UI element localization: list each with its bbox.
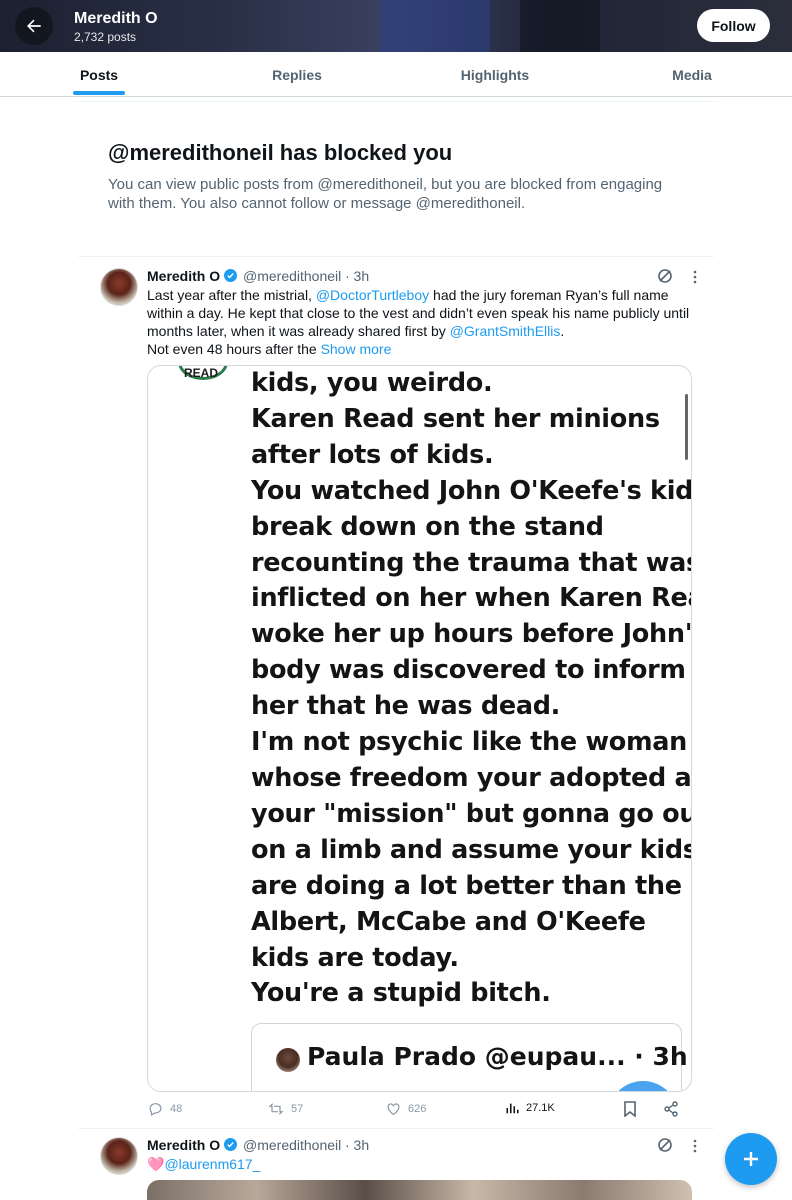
post-text-segment: Not even 48 hours after the xyxy=(147,341,321,357)
more-icon[interactable] xyxy=(688,1138,702,1154)
mention-link[interactable]: @laurenm617_ xyxy=(164,1156,260,1172)
share-button[interactable] xyxy=(663,1101,679,1117)
quoted-post-card: Paula Prado @eupau... · 3h xyxy=(251,1023,688,1091)
like-icon xyxy=(387,1103,400,1116)
post-media-image[interactable]: READ kids, you weirdo. Karen Read sent h… xyxy=(147,365,692,1092)
media-logo-text: READ xyxy=(184,366,219,380)
active-tab-indicator xyxy=(73,91,125,95)
profile-header: Meredith O 2,732 posts Follow xyxy=(0,0,792,52)
profile-tabs: Posts Replies Highlights Media xyxy=(0,52,792,97)
mention-link[interactable]: @GrantSmithEllis xyxy=(450,323,561,339)
bookmark-button[interactable] xyxy=(623,1101,637,1117)
post-text-segment: Last year after the mistrial, xyxy=(147,287,316,303)
follow-button[interactable]: Follow xyxy=(697,9,770,42)
views-button[interactable]: 27.1K xyxy=(505,1101,555,1115)
divider xyxy=(78,1128,714,1129)
reply-button[interactable]: 48 xyxy=(147,1101,182,1117)
repost-count: 57 xyxy=(291,1103,304,1115)
heart-emoji: 🩷 xyxy=(147,1156,165,1172)
more-icon[interactable] xyxy=(688,269,702,285)
share-icon xyxy=(664,1101,678,1117)
compose-plus-icon xyxy=(744,1152,758,1166)
post-author-handle[interactable]: @meredithoneil xyxy=(243,1137,341,1153)
post-text: 🩷@laurenm617_ xyxy=(147,1155,707,1173)
avatar[interactable] xyxy=(100,1137,138,1175)
avatar[interactable] xyxy=(100,268,138,306)
profile-name: Meredith O xyxy=(74,10,158,27)
post-author-name[interactable]: Meredith O xyxy=(147,1137,220,1153)
grok-icon[interactable] xyxy=(656,1136,674,1154)
header-banner-shape xyxy=(520,0,600,52)
compose-button[interactable] xyxy=(725,1133,777,1185)
quoted-post-author: Paula Prado @eupau... · 3h xyxy=(307,1042,688,1071)
post-author-name[interactable]: Meredith O xyxy=(147,268,220,284)
media-screenshot-text: kids, you weirdo. Karen Read sent her mi… xyxy=(251,368,692,1009)
divider xyxy=(78,101,714,102)
back-arrow-icon xyxy=(27,19,41,33)
like-count: 626 xyxy=(408,1103,427,1115)
views-count: 27.1K xyxy=(526,1102,555,1114)
grok-icon[interactable] xyxy=(656,267,674,285)
show-more-link[interactable]: Show more xyxy=(321,341,392,357)
repost-button[interactable]: 57 xyxy=(267,1101,303,1117)
header-banner-shape xyxy=(380,0,490,52)
post-media-image[interactable] xyxy=(147,1180,692,1200)
post-action-bar: 48 57 626 27.1K xyxy=(147,1101,687,1121)
views-icon xyxy=(506,1103,519,1114)
like-button[interactable]: 626 xyxy=(385,1101,426,1117)
blocked-description: You can view public posts from @meredith… xyxy=(108,176,663,212)
media-scrollbar xyxy=(685,394,688,460)
post-count: 2,732 posts xyxy=(74,30,137,44)
post-text-segment: . xyxy=(560,323,565,339)
verified-icon xyxy=(224,1138,237,1151)
avatar xyxy=(276,1048,300,1072)
tab-replies[interactable]: Replies xyxy=(256,52,338,97)
post-author-handle[interactable]: @meredithoneil xyxy=(243,268,341,284)
divider xyxy=(78,256,714,257)
reply-count: 48 xyxy=(170,1103,183,1115)
repost-icon xyxy=(268,1103,284,1115)
post-text: Last year after the mistrial, @DoctorTur… xyxy=(147,286,707,358)
tab-highlights[interactable]: Highlights xyxy=(448,52,542,97)
verified-icon xyxy=(224,269,237,282)
back-button[interactable] xyxy=(15,7,53,45)
bookmark-icon xyxy=(624,1101,636,1117)
post-timestamp[interactable]: · 3h xyxy=(345,268,369,284)
tab-media[interactable]: Media xyxy=(660,52,724,97)
mention-link[interactable]: @DoctorTurtleboy xyxy=(316,287,429,303)
post-timestamp[interactable]: · 3h xyxy=(345,1137,369,1153)
blocked-title: @meredithoneil has blocked you xyxy=(108,140,453,165)
reply-icon xyxy=(149,1103,162,1117)
